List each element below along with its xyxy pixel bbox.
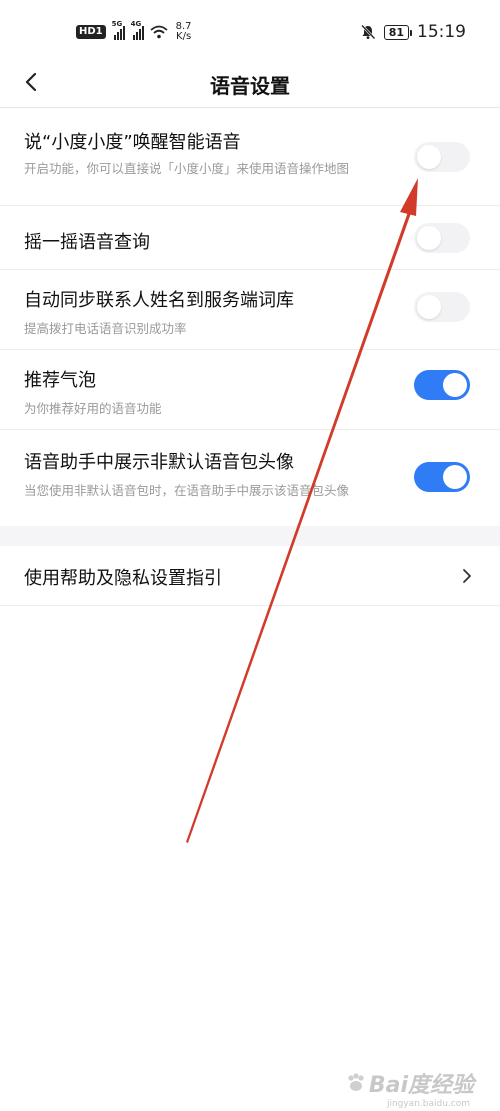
clock: 15:19	[417, 22, 466, 42]
setting-row-voice-avatar[interactable]: 语音助手中展示非默认语音包头像 当您使用非默认语音包时，在语音助手中展示该语音包…	[0, 430, 500, 526]
toggle-knob	[443, 373, 467, 397]
setting-title: 推荐气泡	[24, 370, 96, 391]
toggle-knob	[417, 226, 441, 250]
status-left: HD1 5G 4G 8.7 K/s	[76, 20, 192, 42]
chevron-right-icon	[463, 569, 471, 583]
setting-subtitle: 开启功能，你可以直接说「小度小度」来使用语音操作地图	[24, 161, 350, 176]
section-divider	[0, 526, 500, 546]
watermark: Bai度经验 jingyan.baidu.com	[345, 1067, 474, 1109]
page-title: 语音设置	[210, 74, 290, 98]
setting-row-contact-sync[interactable]: 自动同步联系人姓名到服务端词库 提高拨打电话语音识别成功率	[0, 270, 500, 350]
nav-bar: 语音设置	[0, 60, 500, 108]
setting-row-bubble[interactable]: 推荐气泡 为你推荐好用的语音功能	[0, 350, 500, 430]
help-title: 使用帮助及隐私设置指引	[24, 568, 222, 589]
battery-indicator: 81	[383, 24, 413, 40]
settings-list: 说“小度小度”唤醒智能语音 开启功能，你可以直接说「小度小度」来使用语音操作地图…	[0, 108, 500, 606]
wifi-icon	[150, 25, 168, 39]
status-right: 81 15:19	[360, 22, 466, 42]
toggle-knob	[417, 295, 441, 319]
help-privacy-link[interactable]: 使用帮助及隐私设置指引	[0, 546, 500, 606]
setting-subtitle: 当您使用非默认语音包时，在语音助手中展示该语音包头像	[24, 483, 350, 498]
signal-5g-icon: 5G	[112, 20, 125, 40]
setting-title: 语音助手中展示非默认语音包头像	[24, 452, 294, 473]
network-speed: 8.7 K/s	[175, 21, 192, 42]
setting-title: 摇一摇语音查询	[24, 232, 150, 253]
paw-logo-icon	[348, 1073, 364, 1091]
bell-muted-icon	[360, 24, 376, 40]
shake-query-toggle[interactable]	[414, 223, 470, 253]
setting-subtitle: 为你推荐好用的语音功能	[24, 401, 162, 416]
hd-badge: HD1	[76, 25, 106, 39]
setting-title: 自动同步联系人姓名到服务端词库	[24, 290, 294, 311]
recommend-bubble-toggle[interactable]	[414, 370, 470, 400]
setting-row-wake-word[interactable]: 说“小度小度”唤醒智能语音 开启功能，你可以直接说「小度小度」来使用语音操作地图	[0, 108, 500, 206]
contact-sync-toggle[interactable]	[414, 292, 470, 322]
signal-4g-icon: 4G	[131, 20, 144, 40]
setting-row-shake[interactable]: 摇一摇语音查询	[0, 206, 500, 270]
watermark-text: Bai度经验	[368, 1073, 474, 1098]
toggle-knob	[417, 145, 441, 169]
setting-title: 说“小度小度”唤醒智能语音	[24, 132, 241, 153]
toggle-knob	[443, 465, 467, 489]
wake-word-toggle[interactable]	[414, 142, 470, 172]
watermark-url: jingyan.baidu.com	[386, 1099, 470, 1109]
setting-subtitle: 提高拨打电话语音识别成功率	[24, 321, 187, 336]
voice-avatar-toggle[interactable]	[414, 462, 470, 492]
status-bar: HD1 5G 4G 8.7 K/s 81 15:19	[0, 0, 500, 60]
